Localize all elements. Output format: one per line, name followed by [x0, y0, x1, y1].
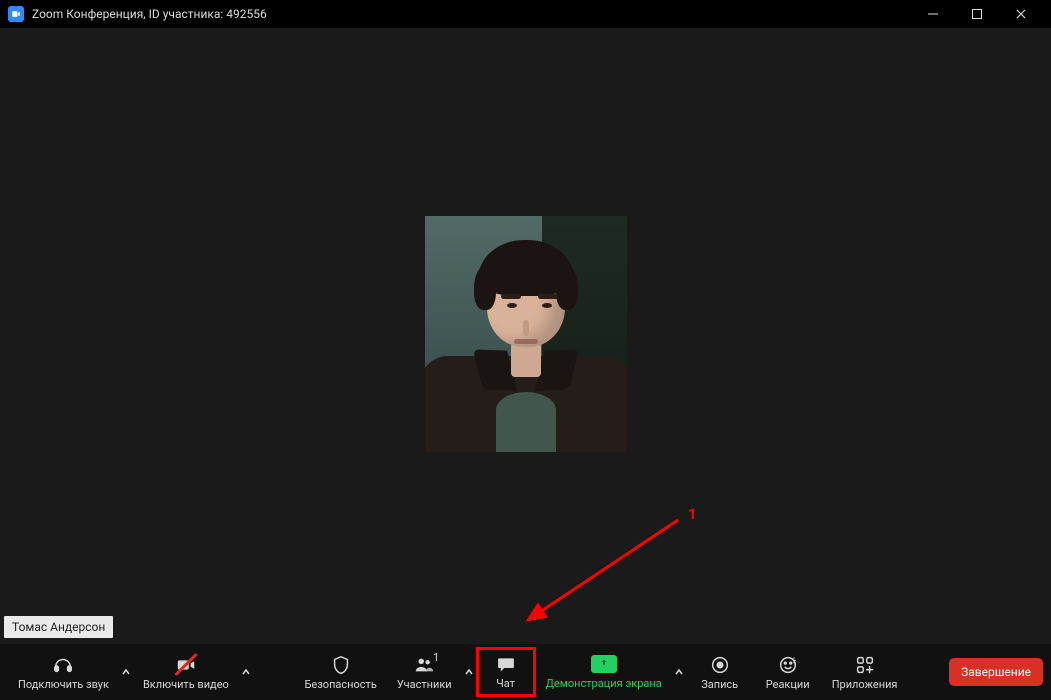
toolbar-label: Демонстрация экрана [546, 677, 662, 690]
join-audio-button[interactable]: Подключить звук [8, 647, 119, 697]
meeting-toolbar: Подключить звук Включить видео Безопасно… [0, 644, 1051, 700]
video-options-chevron-icon[interactable] [239, 648, 253, 696]
participants-options-chevron-icon[interactable] [462, 648, 476, 696]
end-button-label: Завершение [961, 665, 1031, 679]
apps-button[interactable]: Приложения [822, 647, 908, 697]
toolbar-label: Безопасность [304, 678, 376, 691]
share-screen-button[interactable]: Демонстрация экрана [536, 647, 672, 697]
minimize-button[interactable] [911, 0, 955, 28]
share-screen-icon [591, 655, 617, 673]
participant-avatar [425, 216, 627, 452]
toolbar-label: Приложения [832, 678, 898, 691]
zoom-app-icon [8, 6, 24, 22]
participant-count: 1 [433, 651, 439, 664]
window-title: Zoom Конференция, ID участника: 492556 [32, 7, 911, 21]
participants-button[interactable]: 1 Участники [387, 647, 462, 697]
participant-name-label: Томас Андерсон [4, 616, 113, 638]
toolbar-label: Запись [701, 678, 738, 691]
audio-options-chevron-icon[interactable] [119, 648, 133, 696]
toolbar-label: Подключить звук [18, 678, 109, 691]
end-meeting-button[interactable]: Завершение [949, 658, 1043, 686]
video-area [0, 28, 1051, 640]
reactions-button[interactable]: Реакции [754, 647, 822, 697]
share-options-chevron-icon[interactable] [672, 648, 686, 696]
security-button[interactable]: Безопасность [294, 647, 386, 697]
maximize-button[interactable] [955, 0, 999, 28]
record-button[interactable]: Запись [686, 647, 754, 697]
window-titlebar: Zoom Конференция, ID участника: 492556 [0, 0, 1051, 28]
close-button[interactable] [999, 0, 1043, 28]
toolbar-label: Реакции [766, 678, 810, 691]
chat-button[interactable]: Чат [476, 647, 536, 697]
toolbar-label: Включить видео [143, 678, 229, 691]
start-video-button[interactable]: Включить видео [133, 647, 239, 697]
toolbar-label: Участники [397, 678, 452, 691]
annotation-label: 1 [688, 505, 697, 523]
toolbar-label: Чат [496, 677, 515, 690]
